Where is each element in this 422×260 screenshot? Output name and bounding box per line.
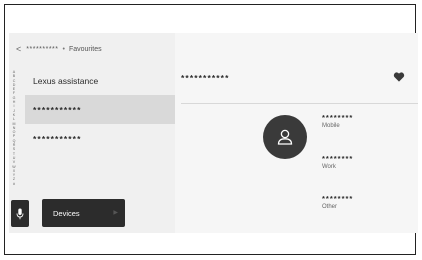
phone-number-other[interactable]: ******** Other — [322, 194, 402, 211]
breadcrumb-separator: • — [62, 45, 65, 53]
person-icon — [277, 129, 293, 145]
contacts-panel: < ********** • Favourites A B C D E F G … — [9, 33, 175, 233]
microphone-icon — [16, 208, 24, 219]
phone-screen: < ********** • Favourites A B C D E F G … — [9, 33, 418, 233]
phone-number-value: ******** — [322, 113, 354, 122]
phone-number-type: Other — [322, 204, 338, 210]
contact-avatar — [263, 115, 307, 159]
alpha-letter[interactable]: # — [13, 182, 15, 186]
list-item[interactable]: *********** — [25, 124, 175, 153]
list-item-lexus-assistance[interactable]: Lexus assistance — [25, 66, 175, 95]
breadcrumb-current: Favourites — [68, 45, 102, 53]
devices-button[interactable]: Devices ▶ — [42, 199, 125, 227]
chevron-right-icon: ▶ — [113, 210, 118, 216]
back-chevron-icon[interactable]: < — [16, 44, 21, 54]
phone-number-mobile[interactable]: ******** Mobile — [322, 113, 402, 130]
voice-button[interactable] — [11, 200, 29, 227]
phone-number-work[interactable]: ******** Work — [322, 154, 402, 171]
list-item-label: *********** — [33, 133, 82, 144]
list-item-selected[interactable]: *********** — [25, 95, 175, 124]
phone-number-value: ******** — [322, 154, 354, 163]
alphabet-index[interactable]: A B C D E F G H I J K L M N O P Q R S T … — [11, 70, 17, 186]
devices-button-label: Devices — [53, 208, 80, 218]
heart-icon[interactable] — [393, 71, 405, 83]
contact-list: Lexus assistance *********** *********** — [25, 66, 175, 153]
breadcrumb[interactable]: < ********** • Favourites — [16, 42, 102, 56]
list-item-label: Lexus assistance — [33, 75, 99, 86]
breadcrumb-parent[interactable]: ********** — [26, 46, 58, 53]
contact-detail-panel: *********** ******** Mobile ******** Wor… — [175, 33, 418, 233]
phone-number-value: ******** — [322, 194, 354, 203]
phone-number-type: Work — [322, 164, 336, 170]
phone-number-type: Mobile — [322, 123, 340, 129]
list-item-label: *********** — [33, 104, 82, 115]
divider — [181, 103, 418, 104]
contact-name: *********** — [181, 73, 230, 83]
